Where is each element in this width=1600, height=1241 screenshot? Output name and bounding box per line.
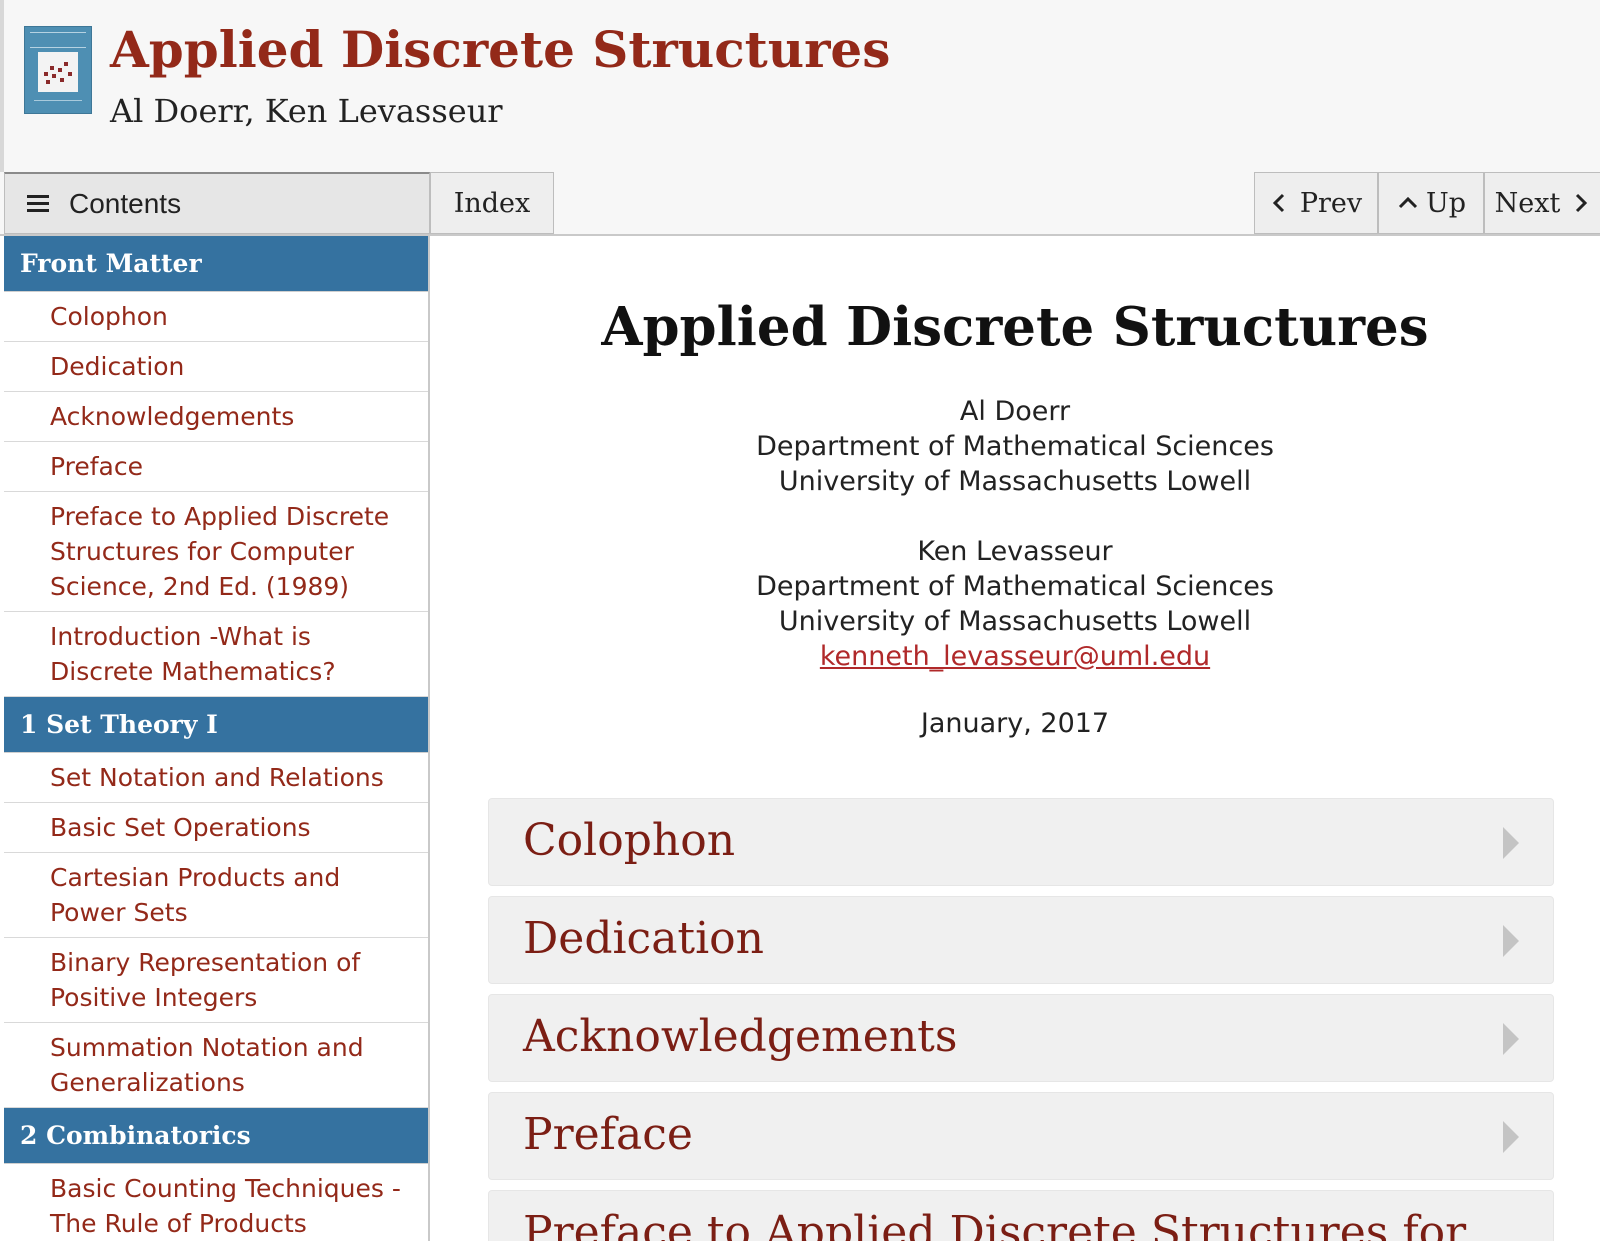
toc-sidebar: Front Matter Colophon Dedication Acknowl… xyxy=(4,236,430,1241)
author-university: University of Massachusetts Lowell xyxy=(778,606,1252,637)
section-card-colophon[interactable]: Colophon xyxy=(488,798,1554,886)
index-label: Index xyxy=(453,187,531,219)
author-department: Department of Mathematical Sciences xyxy=(756,571,1274,602)
section-card-label: Preface xyxy=(523,1109,693,1160)
publication-date: January, 2017 xyxy=(920,708,1110,739)
toc-item-colophon[interactable]: Colophon xyxy=(4,292,428,342)
book-title: Applied Discrete Structures xyxy=(601,296,1429,358)
section-card-label: Preface to Applied Discrete Structures f… xyxy=(523,1207,1467,1241)
section-card-acknowledgements[interactable]: Acknowledgements xyxy=(488,994,1554,1082)
chevron-right-icon xyxy=(1576,193,1588,213)
author-block-doerr: Al Doerr Department of Mathematical Scie… xyxy=(430,394,1600,499)
section-card-preface[interactable]: Preface xyxy=(488,1092,1554,1180)
toc-item-acknowledgements[interactable]: Acknowledgements xyxy=(4,392,428,442)
toc-part-set-theory[interactable]: 1 Set Theory I xyxy=(4,697,428,753)
section-card-label: Colophon xyxy=(523,815,736,866)
site-authors: Al Doerr, Ken Levasseur xyxy=(110,92,503,130)
chevron-left-icon xyxy=(1272,193,1284,213)
author-name: Ken Levasseur xyxy=(917,536,1113,567)
author-block-levasseur: Ken Levasseur Department of Mathematical… xyxy=(430,534,1600,674)
contents-toggle-button[interactable]: Contents xyxy=(4,172,430,234)
triangle-right-icon xyxy=(1503,1121,1519,1153)
masthead: Applied Discrete Structures Al Doerr, Ke… xyxy=(0,0,1600,172)
prev-button[interactable]: Prev xyxy=(1254,172,1378,234)
section-card-dedication[interactable]: Dedication xyxy=(488,896,1554,984)
toc-item-basic-set-operations[interactable]: Basic Set Operations xyxy=(4,803,428,853)
chevron-up-icon xyxy=(1398,196,1418,209)
next-label: Next xyxy=(1494,187,1561,219)
toc-item-set-notation[interactable]: Set Notation and Relations xyxy=(4,753,428,803)
section-card-preface-2nd-ed[interactable]: Preface to Applied Discrete Structures f… xyxy=(488,1190,1554,1241)
toolbar: Contents Index Prev Up Next xyxy=(0,172,1600,236)
section-card-label: Acknowledgements xyxy=(523,1011,958,1062)
main-content: Applied Discrete Structures Al Doerr Dep… xyxy=(430,236,1600,1241)
toc-part-combinatorics[interactable]: 2 Combinatorics xyxy=(4,1108,428,1164)
author-university: University of Massachusetts Lowell xyxy=(778,466,1252,497)
triangle-right-icon xyxy=(1503,925,1519,957)
author-department: Department of Mathematical Sciences xyxy=(756,431,1274,462)
toc-item-introduction[interactable]: Introduction -What is Discrete Mathemati… xyxy=(4,612,428,697)
contents-label: Contents xyxy=(69,187,182,219)
book-cover-icon[interactable] xyxy=(24,26,92,114)
section-card-label: Dedication xyxy=(523,913,765,964)
author-email-link[interactable]: kenneth_levasseur@uml.edu xyxy=(820,641,1210,672)
toc-item-binary-representation[interactable]: Binary Representation of Positive Intege… xyxy=(4,938,428,1023)
up-button[interactable]: Up xyxy=(1378,172,1484,234)
toc-item-basic-counting[interactable]: Basic Counting Techniques - The Rule of … xyxy=(4,1164,428,1241)
triangle-right-icon xyxy=(1503,827,1519,859)
index-button[interactable]: Index xyxy=(430,172,554,234)
site-title[interactable]: Applied Discrete Structures xyxy=(110,20,890,79)
toc-part-front-matter[interactable]: Front Matter xyxy=(4,236,428,292)
author-name: Al Doerr xyxy=(959,396,1071,427)
prev-label: Prev xyxy=(1299,187,1363,219)
triangle-right-icon xyxy=(1503,1023,1519,1055)
next-button[interactable]: Next xyxy=(1484,172,1600,234)
toc-item-summation-notation[interactable]: Summation Notation and Generalizations xyxy=(4,1023,428,1108)
toc-item-dedication[interactable]: Dedication xyxy=(4,342,428,392)
toc-item-preface[interactable]: Preface xyxy=(4,442,428,492)
toc-item-cartesian-products[interactable]: Cartesian Products and Power Sets xyxy=(4,853,428,938)
hamburger-icon xyxy=(27,194,49,213)
up-label: Up xyxy=(1425,187,1467,219)
toc-item-preface-2nd-ed[interactable]: Preface to Applied Discrete Structures f… xyxy=(4,492,428,612)
